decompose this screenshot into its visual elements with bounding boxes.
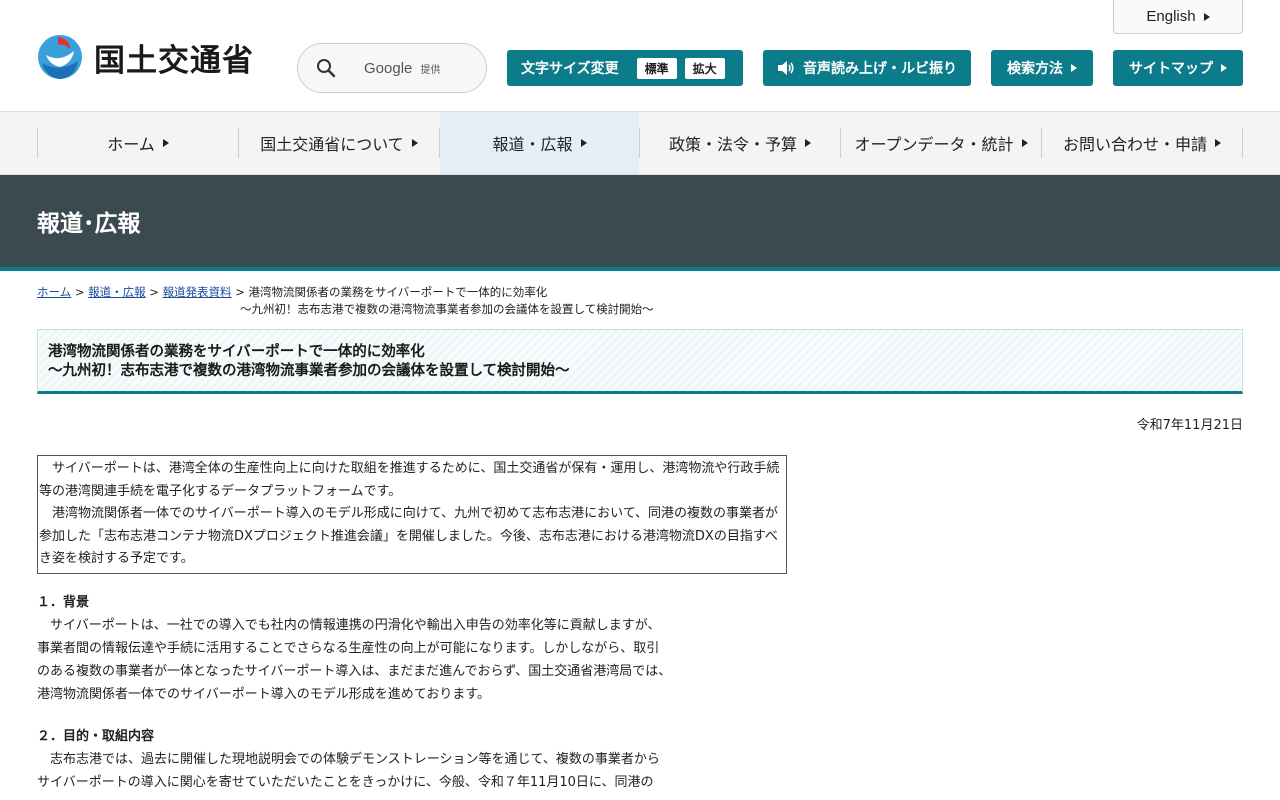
arrow-right-icon: [805, 139, 811, 147]
summary-paragraph: 港湾物流関係者一体でのサイバーポート導入のモデル形成に向けて、九州で初めて志布志…: [39, 506, 779, 566]
sitemap-label: サイトマップ: [1129, 61, 1213, 77]
nav-item-policy[interactable]: 政策・法令・予算: [640, 112, 840, 174]
arrow-right-icon: [411, 139, 418, 147]
nav-item-label: オープンデータ・統計: [854, 135, 1014, 154]
site-header: 国土交通省 Google 提供 English 文字サイズ変更 標準 拡大 音声…: [0, 0, 1280, 112]
english-link[interactable]: English: [1113, 0, 1243, 34]
article-date: 令和7年11月21日: [1136, 418, 1243, 433]
howto-label: 検索方法: [1007, 61, 1063, 77]
site-logo[interactable]: 国土交通省: [36, 33, 254, 81]
article-title-line2: ～九州初！志布志港で複数の港湾物流事業者参加の会議体を設置して検討開始～: [48, 363, 570, 379]
search-brand: Google: [364, 59, 413, 77]
nav-item-press[interactable]: 報道・広報: [440, 112, 639, 174]
section-purpose: ２．目的・取組内容 志布志港では、過去に開催した現地説明会での体験デモンストレー…: [37, 725, 737, 794]
mlit-logo-icon: [38, 35, 82, 79]
arrow-right-icon: [1215, 139, 1221, 147]
font-size-large-button[interactable]: 拡大: [684, 57, 725, 79]
section-heading: ２．目的・取組内容: [37, 729, 155, 744]
arrow-right-icon: [1203, 12, 1210, 21]
sitemap-button[interactable]: サイトマップ: [1113, 50, 1243, 86]
section-background: １．背景 サイバーポートは、一社での導入でも社内の情報連携の円滑化や輸出入申告の…: [37, 591, 737, 706]
search-howto-button[interactable]: 検索方法: [991, 50, 1093, 86]
arrow-right-icon: [1021, 139, 1028, 147]
article-heading: 港湾物流関係者の業務をサイバーポートで一体的に効率化 ～九州初！志布志港で複数の…: [37, 329, 1243, 394]
arrow-right-icon: [580, 139, 587, 147]
breadcrumb-separator: >: [235, 285, 245, 299]
font-size-label: 文字サイズ変更: [521, 61, 619, 77]
breadcrumb-press-link[interactable]: 報道・広報: [88, 285, 146, 299]
search-icon[interactable]: [316, 58, 336, 78]
voice-label: 音声読み上げ・ルビ振り: [803, 61, 957, 77]
nav-item-opendata[interactable]: オープンデータ・統計: [841, 112, 1041, 174]
nav-divider: [1242, 128, 1243, 158]
breadcrumb-separator: >: [149, 285, 159, 299]
global-nav: ホーム 国土交通省について 報道・広報 政策・法令・予算 オープンデータ・統計 …: [0, 112, 1280, 175]
breadcrumb: ホーム > 報道・広報 > 報道発表資料 > 港湾物流関係者の業務をサイバーポー…: [37, 284, 1243, 318]
logo-text: 国土交通省: [94, 42, 254, 79]
nav-item-label: 報道・広報: [492, 135, 573, 154]
nav-item-home[interactable]: ホーム: [38, 112, 238, 174]
font-size-control: 文字サイズ変更 標準 拡大: [507, 50, 743, 86]
article-summary-box: サイバーポートは、港湾全体の生産性向上に向けた取組を推進するために、国土交通省が…: [37, 455, 787, 574]
nav-item-contact[interactable]: お問い合わせ・申請: [1042, 112, 1242, 174]
english-label: English: [1146, 8, 1196, 25]
nav-item-label: お問い合わせ・申請: [1062, 135, 1207, 154]
section-heading: １．背景: [37, 595, 90, 610]
section-body: サイバーポートは、一社での導入でも社内の情報連携の円滑化や輸出入申告の効率化等に…: [37, 618, 672, 702]
nav-item-about[interactable]: 国土交通省について: [239, 112, 439, 174]
site-search[interactable]: Google 提供: [297, 43, 487, 93]
breadcrumb-home-link[interactable]: ホーム: [37, 285, 71, 299]
speaker-icon: [778, 61, 794, 75]
breadcrumb-current: 港湾物流関係者の業務をサイバーポートで一体的に効率化: [248, 285, 548, 299]
search-brand-sub: 提供: [420, 64, 441, 76]
voice-ruby-button[interactable]: 音声読み上げ・ルビ振り: [763, 50, 971, 86]
summary-paragraph: サイバーポートは、港湾全体の生産性向上に向けた取組を推進するために、国土交通省が…: [39, 461, 780, 499]
nav-item-label: 政策・法令・予算: [668, 135, 797, 154]
breadcrumb-releases-link[interactable]: 報道発表資料: [163, 285, 232, 299]
article-title-line1: 港湾物流関係者の業務をサイバーポートで一体的に効率化: [48, 344, 425, 360]
page-title: 報道･広報: [37, 211, 141, 237]
arrow-right-icon: [1071, 64, 1077, 72]
section-body: 志布志港では、過去に開催した現地説明会での体験デモンストレーション等を通じて、複…: [37, 752, 660, 790]
font-size-standard-button[interactable]: 標準: [636, 57, 677, 79]
arrow-right-icon: [162, 139, 169, 147]
nav-item-label: ホーム: [107, 135, 155, 154]
page-title-band: 報道･広報: [0, 175, 1280, 271]
arrow-right-icon: [1221, 64, 1227, 72]
breadcrumb-separator: >: [74, 285, 85, 299]
nav-item-label: 国土交通省について: [260, 135, 404, 154]
breadcrumb-current-line2: ～九州初！志布志港で複数の港湾物流事業者参加の会議体を設置して検討開始～: [240, 302, 654, 316]
